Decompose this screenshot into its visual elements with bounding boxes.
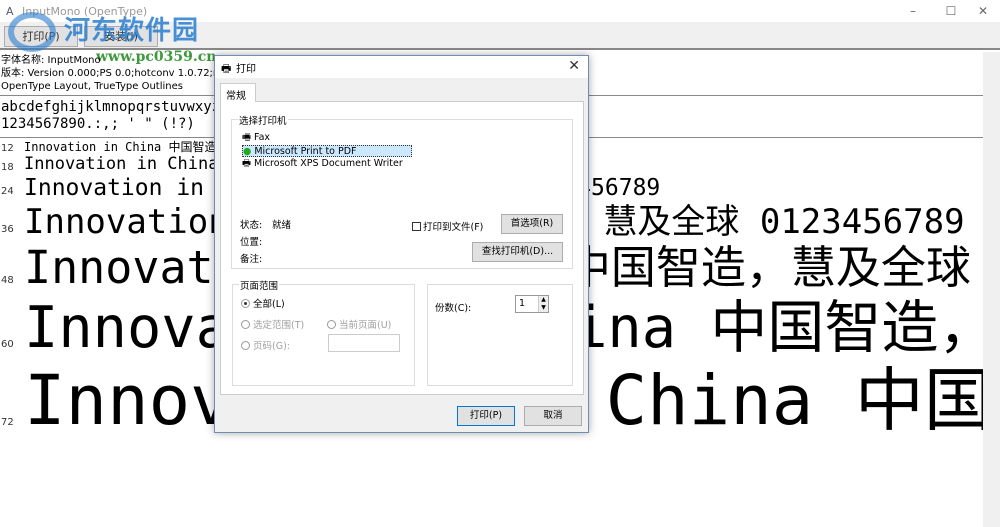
spin-arrows-icon[interactable]: ▲ ▼ — [538, 296, 548, 312]
tab-panel: 选择打印机 🖷 Fax ● Microsoft Print to PDF 🖶 M… — [220, 101, 584, 395]
radio-pages[interactable]: 页码(G): — [241, 338, 290, 352]
radio-icon[interactable] — [241, 341, 250, 350]
fax-icon: 🖷 — [242, 132, 251, 143]
size-label: 36 — [1, 224, 14, 235]
printer-item-fax[interactable]: 🖷 Fax — [242, 132, 270, 144]
copies-stepper[interactable]: 1 ▲ ▼ — [515, 295, 549, 313]
dialog-close-button[interactable]: ✕ — [568, 58, 580, 74]
font-name-line: 字体名称: InputMono — [1, 55, 101, 66]
printer-name: Microsoft XPS Document Writer — [254, 158, 403, 169]
dialog-title-bar: 🖶 打印 ✕ — [215, 56, 588, 78]
location-label: 位置: — [240, 237, 263, 248]
status-value: 就绪 — [272, 220, 292, 231]
minimize-button[interactable]: – — [896, 0, 930, 22]
size-label: 72 — [1, 417, 14, 428]
copies-label: 份数(C): — [435, 303, 472, 314]
size-label: 24 — [1, 186, 14, 197]
dialog-title: 打印 — [236, 64, 256, 75]
radio-icon[interactable] — [327, 320, 336, 329]
close-button[interactable]: ✕ — [966, 0, 1000, 22]
copies-group: 份数(C): 1 ▲ ▼ — [427, 284, 573, 386]
radio-current-page[interactable]: 当前页面(U) — [327, 317, 391, 331]
radio-label: 选定范围(T) — [253, 320, 305, 331]
maximize-button[interactable]: ☐ — [934, 0, 968, 22]
radio-label: 页码(G): — [253, 341, 290, 352]
printer-group-label: 选择打印机 — [238, 113, 288, 127]
size-label: 12 — [1, 143, 14, 154]
preferences-button[interactable]: 首选项(R) — [501, 214, 563, 234]
dialog-cancel-button[interactable]: 取消 — [524, 406, 582, 426]
watermark-logo-icon — [8, 12, 56, 52]
print-to-file-label: 打印到文件(F) — [423, 222, 484, 233]
vertical-scrollbar[interactable] — [983, 52, 1000, 527]
radio-icon[interactable] — [241, 320, 250, 329]
watermark-text: 河东软件园 — [64, 16, 200, 46]
size-label: 48 — [1, 275, 14, 286]
size-label: 60 — [1, 339, 14, 350]
dialog-print-button[interactable]: 打印(P) — [457, 406, 515, 426]
tab-general[interactable]: 常规 — [220, 83, 256, 102]
radio-label: 全部(L) — [253, 299, 285, 310]
printer-name: Microsoft Print to PDF — [254, 146, 357, 157]
charset-letters: abcdefghijklmnopqrstuvwxyz — [1, 99, 221, 115]
printer-item-xps[interactable]: 🖶 Microsoft XPS Document Writer — [242, 158, 403, 170]
default-check-icon: ● — [243, 146, 252, 157]
font-type-line: OpenType Layout, TrueType Outlines — [1, 81, 183, 92]
print-to-file-checkbox[interactable]: 打印到文件(F) — [412, 219, 483, 233]
find-printer-button[interactable]: 查找打印机(D)... — [472, 242, 563, 262]
page-range-group: 页面范围 全部(L) 选定范围(T) 当前页面(U) 页码(G): — [232, 278, 415, 386]
printer-item-pdf[interactable]: ● Microsoft Print to PDF — [242, 145, 412, 157]
pages-input[interactable] — [328, 334, 400, 352]
radio-selection[interactable]: 选定范围(T) — [241, 317, 304, 331]
copies-value: 1 — [519, 298, 526, 309]
charset-digits: 1234567890.:,; ' " (!?) — [1, 116, 195, 132]
page-range-label: 页面范围 — [239, 278, 280, 292]
checkbox-box[interactable] — [412, 222, 421, 231]
radio-label: 当前页面(U) — [339, 320, 392, 331]
radio-all[interactable]: 全部(L) — [241, 296, 285, 310]
size-label: 18 — [1, 162, 14, 173]
print-dialog: 🖶 打印 ✕ 常规 选择打印机 🖷 Fax ● Microsoft Print … — [214, 55, 589, 433]
printer-icon: 🖶 — [221, 62, 232, 75]
radio-icon[interactable] — [241, 299, 250, 308]
printer-group: 选择打印机 🖷 Fax ● Microsoft Print to PDF 🖶 M… — [231, 113, 573, 269]
font-app-icon: A — [6, 5, 14, 18]
status-label: 状态: — [240, 220, 263, 231]
watermark-url: www.pc0359.cn — [96, 49, 217, 65]
comment-label: 备注: — [240, 254, 263, 265]
printer-icon: 🖶 — [242, 158, 251, 169]
printer-name: Fax — [254, 132, 271, 143]
